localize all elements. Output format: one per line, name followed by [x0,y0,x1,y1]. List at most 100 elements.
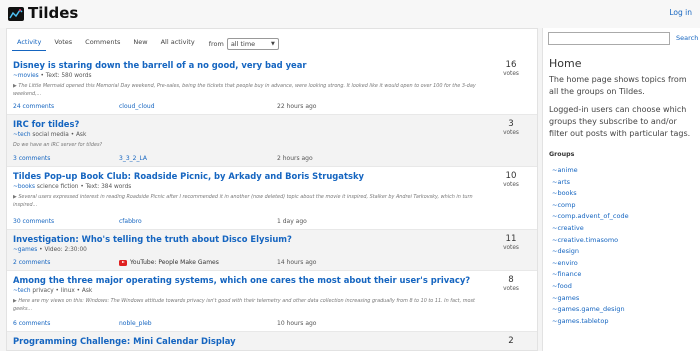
comments-link[interactable]: 3 comments [13,155,50,162]
topic-item: IRC for tildes? ~tech social media • Ask… [7,115,537,167]
topic-tag[interactable]: social media [32,132,68,138]
tab-new[interactable]: New [128,37,152,51]
topic-time: 1 day ago [277,218,307,225]
topic-tag[interactable]: science fiction [37,184,79,190]
topic-item: Among the three major operating systems,… [7,271,537,332]
group-link[interactable]: ~games.game_design [552,305,629,317]
vote-number: 2 [508,336,514,346]
tab-comments[interactable]: Comments [80,37,125,51]
tab-all-activity[interactable]: All activity [156,37,200,51]
comments-link[interactable]: 30 comments [13,218,54,225]
vote-count[interactable]: 2 [499,336,523,346]
topic-tag[interactable]: privacy [32,288,53,294]
chevron-down-icon: ▼ [270,41,275,47]
vote-number: 3 [508,119,514,129]
search-input[interactable] [548,32,670,45]
topic-info: Video: 2:30:00 [44,247,87,253]
group-link[interactable]: ~finance [552,270,629,282]
topic-title[interactable]: Tildes Pop-up Book Club: Roadside Picnic… [13,171,483,181]
topic-time: 14 hours ago [277,259,317,266]
group-link[interactable]: ~enviro [552,259,629,271]
group-link[interactable]: ~arts [552,178,629,190]
vote-label: votes [503,182,519,188]
topic-tag[interactable]: Ask [76,132,86,138]
topic-tag[interactable]: Ask [82,288,92,294]
vote-label: votes [503,71,519,77]
period-select[interactable]: all time ▼ [226,38,279,50]
topic-title[interactable]: Disney is staring down the barrell of a … [13,60,483,70]
topic-info: Text: 580 words [45,73,92,79]
group-link[interactable]: ~anime [552,166,629,178]
author-link[interactable]: cloud_cloud [119,103,155,110]
search-button[interactable]: Search [676,34,698,42]
topic-meta: ~tech social media • Ask [13,132,86,138]
topic-time: 10 hours ago [277,320,317,327]
topic-title[interactable]: Investigation: Who's telling the truth a… [13,234,483,244]
topic-meta: ~books science fiction • Text: 384 words [13,184,131,190]
topic-source-text: YouTube: People Make Games [130,259,219,266]
topic-excerpt-text: The Little Mermaid opened this Memorial … [13,83,476,97]
vote-label: votes [503,286,519,292]
topic-group-link[interactable]: ~tech [13,288,31,294]
comments-link[interactable]: 2 comments [13,259,50,266]
vote-count[interactable]: 16 votes [499,60,523,77]
topic-excerpt[interactable]: ▶ Several users expressed interest in re… [13,194,493,209]
tab-activity[interactable]: Activity [12,37,47,51]
author-link[interactable]: cfabbro [119,218,142,225]
author-link[interactable]: 3_3_2_LA [119,155,147,162]
topic-excerpt-text: Do we have an IRC server for tildes? [13,142,103,148]
topic-excerpt-text: Several users expressed interest in read… [13,194,473,208]
comments-link[interactable]: 6 comments [13,320,50,327]
topic-excerpt[interactable]: ▶ The Little Mermaid opened this Memoria… [13,83,493,98]
topic-title[interactable]: IRC for tildes? [13,119,483,129]
topic-title[interactable]: Programming Challenge: Mini Calendar Dis… [13,336,483,346]
topic-group-link[interactable]: ~books [13,184,35,190]
group-link[interactable]: ~games.tabletop [552,317,629,329]
tildes-logo-icon[interactable] [8,7,24,21]
vote-count[interactable]: 10 votes [499,171,523,188]
group-link[interactable]: ~design [552,247,629,259]
group-link[interactable]: ~food [552,282,629,294]
login-link[interactable]: Log in [669,8,692,17]
group-link[interactable]: ~games [552,294,629,306]
topic-group-link[interactable]: ~tech [13,132,31,138]
topic-group-link[interactable]: ~movies [13,73,39,79]
topic-item: Programming Challenge: Mini Calendar Dis… [7,332,537,350]
topic-group-link[interactable]: ~games [13,247,37,253]
topic-item: Disney is staring down the barrell of a … [7,56,537,115]
group-link[interactable]: ~creative.timasomo [552,236,629,248]
comments-link[interactable]: 24 comments [13,103,54,110]
youtube-icon [119,259,127,266]
vote-number: 10 [505,171,517,181]
tab-votes[interactable]: Votes [49,37,77,51]
group-link[interactable]: ~comp [552,201,629,213]
topic-title[interactable]: Among the three major operating systems,… [13,275,483,285]
topic-item: Investigation: Who's telling the truth a… [7,230,537,271]
author-link[interactable]: noble_pleb [119,320,152,327]
sidebar-heading: Home [549,57,582,70]
groups-title: Groups [549,151,575,158]
sidebar-login-note: Logged-in users can choose which groups … [549,105,691,138]
group-list: ~anime ~arts ~books ~comp ~comp.advent_o… [552,166,629,328]
group-link[interactable]: ~creative [552,224,629,236]
topic-listing: Activity Votes Comments New All activity… [6,28,538,351]
topic-excerpt: Do we have an IRC server for tildes? [13,142,493,150]
vote-count[interactable]: 11 votes [499,234,523,251]
topic-excerpt[interactable]: ▶ Here are my views on this: Windows: Th… [13,298,493,313]
group-link[interactable]: ~comp.advent_of_code [552,212,629,224]
topic-meta: ~games • Video: 2:30:00 [13,247,87,253]
vote-number: 11 [505,234,517,244]
topic-item: Tildes Pop-up Book Club: Roadside Picnic… [7,167,537,230]
group-link[interactable]: ~books [552,189,629,201]
topic-meta: ~tech privacy • linux • Ask [13,288,92,294]
vote-count[interactable]: 8 votes [499,275,523,292]
topic-excerpt-text: Here are my views on this: Windows: The … [13,298,475,312]
topic-source[interactable]: YouTube: People Make Games [119,259,219,266]
vote-count[interactable]: 3 votes [499,119,523,136]
site-title[interactable]: Tildes [28,4,78,22]
topic-tag[interactable]: linux [61,288,75,294]
vote-label: votes [503,130,519,136]
topic-time: 2 hours ago [277,155,313,162]
topic-info: Text: 384 words [85,184,132,190]
period-select-value: all time [230,40,256,48]
